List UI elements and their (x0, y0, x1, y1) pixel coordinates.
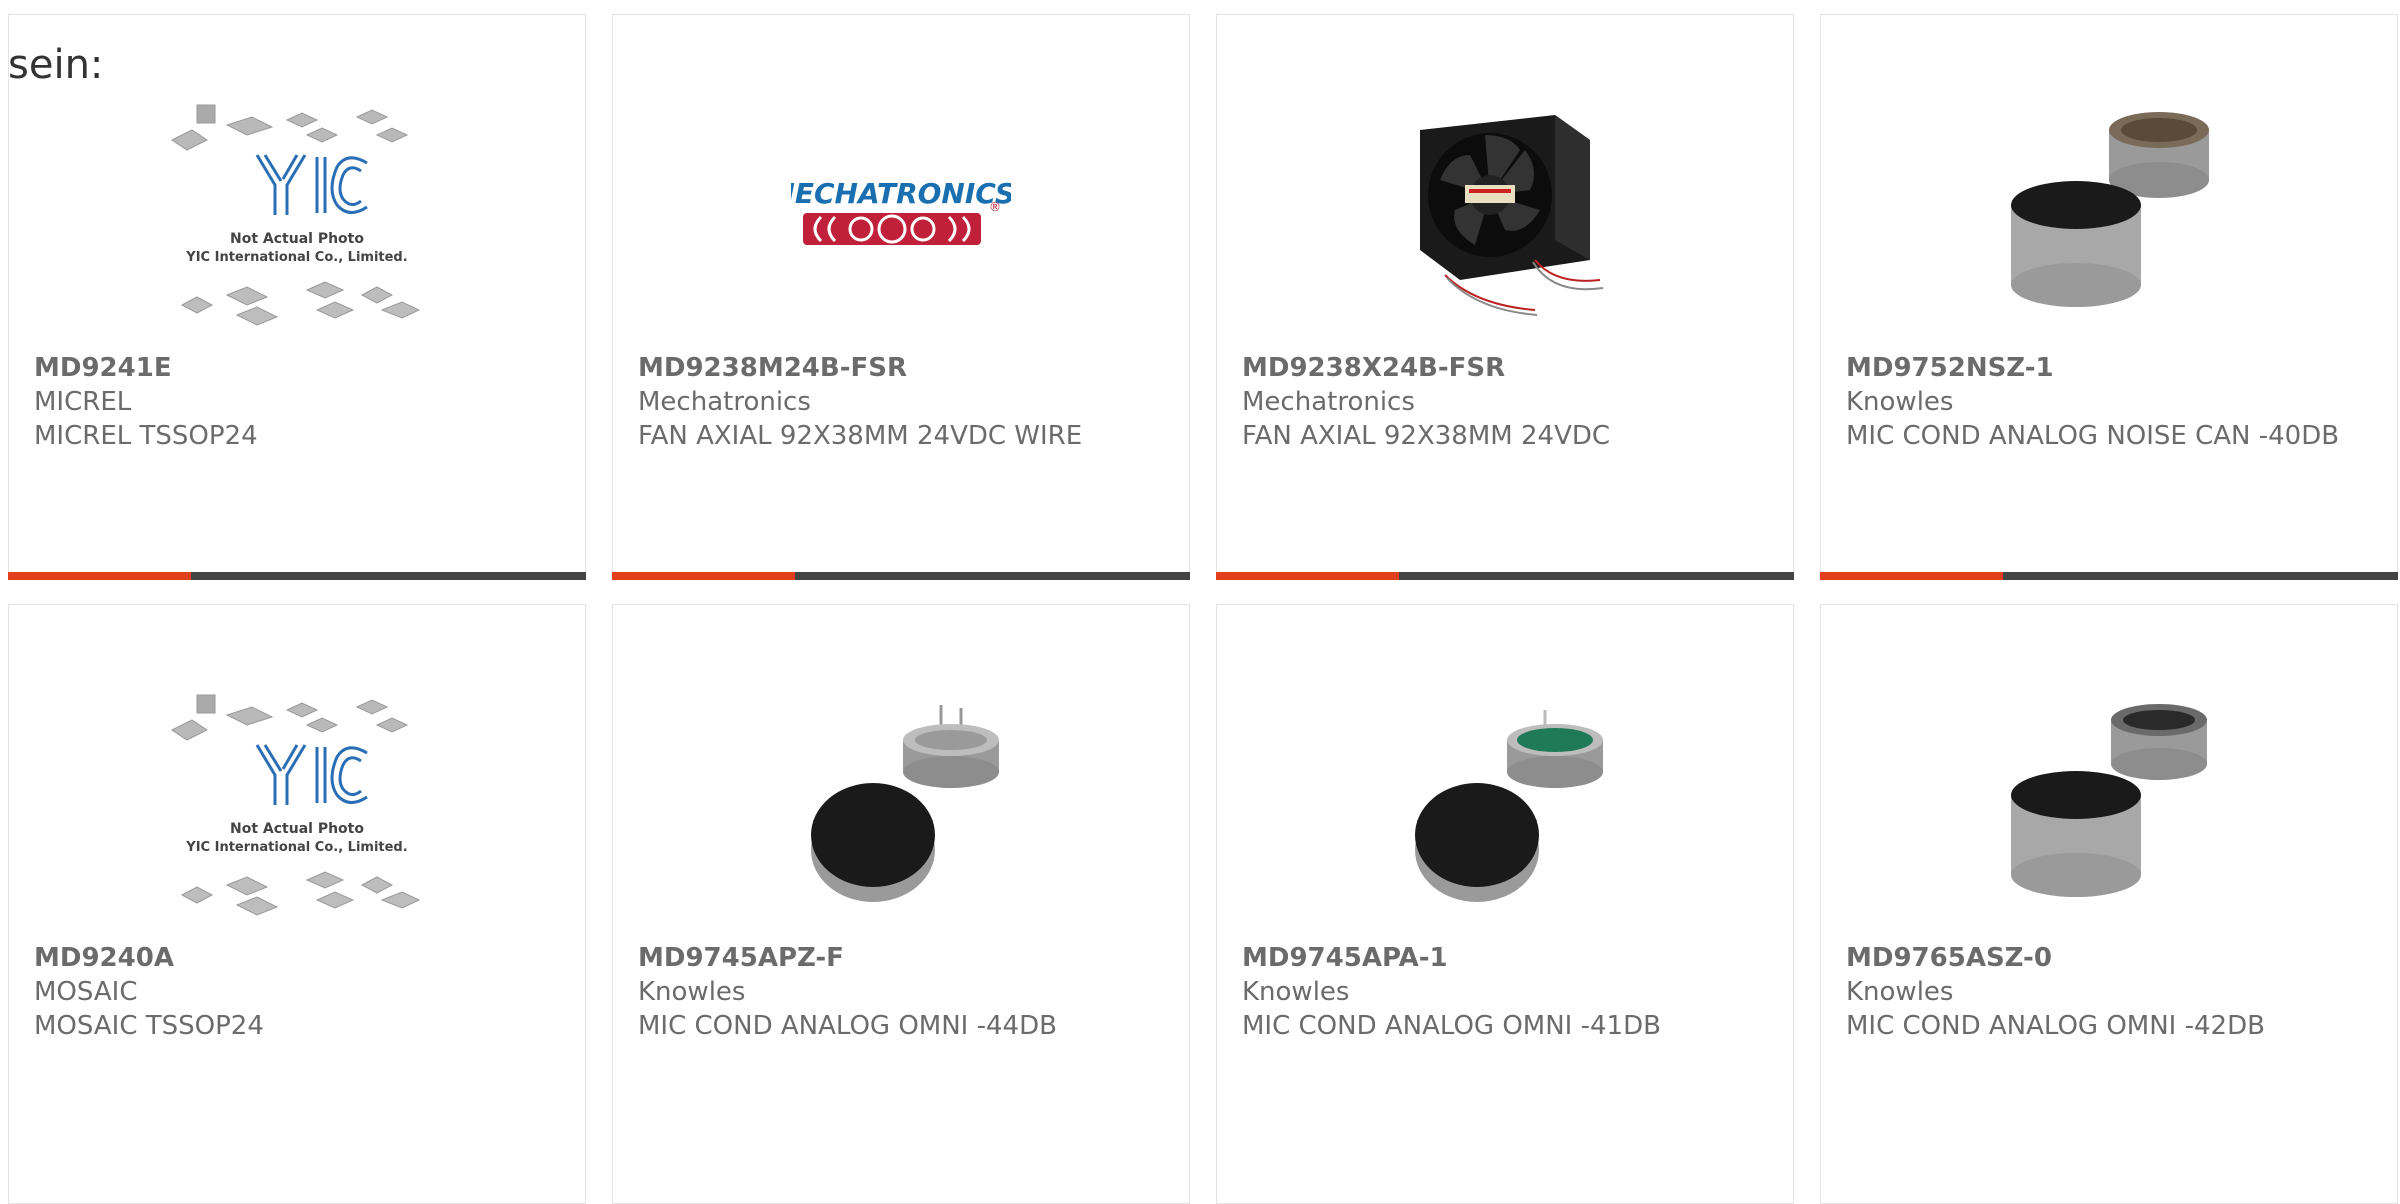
card-bar (612, 572, 1190, 580)
product-card[interactable]: MD9238X24B-FSR Mechatronics FAN AXIAL 92… (1216, 14, 1794, 580)
logo-mark: ® (989, 200, 1001, 214)
product-info: MD9745APZ-F Knowles MIC COND ANALOG OMNI… (638, 941, 1138, 1043)
card-bar-accent (1216, 572, 1399, 580)
product-card[interactable]: Not Actual Photo YIC International Co., … (8, 604, 586, 1204)
card-bar-accent (8, 572, 191, 580)
microphone-green-photo-icon (1415, 710, 1603, 902)
description: MIC COND ANALOG NOISE CAN -40DB (1846, 421, 2340, 451)
description: MIC COND ANALOG OMNI -44DB (638, 1011, 1057, 1041)
product-info: MD9752NSZ-1 Knowles MIC COND ANALOG NOIS… (1846, 351, 2346, 453)
product-card[interactable]: MECHATRONICS ® MD9238M24B-FSR Mechatroni… (612, 14, 1190, 580)
description: MIC COND ANALOG OMNI -42DB (1846, 1011, 2265, 1041)
placeholder-line1: Not Actual Photo (230, 231, 364, 247)
card-bar (1820, 572, 2398, 580)
product-image[interactable]: Not Actual Photo YIC International Co., … (9, 665, 585, 945)
microphone-pins-photo-icon (811, 705, 999, 902)
card-bar-accent (1820, 572, 2003, 580)
logo-text: MECHATRONICS (791, 177, 1011, 210)
product-card[interactable]: MD9745APZ-F Knowles MIC COND ANALOG OMNI… (612, 604, 1190, 1204)
part-number-link[interactable]: MD9240A (34, 941, 534, 975)
description: MICREL TSSOP24 (34, 421, 258, 451)
placeholder-line1: Not Actual Photo (230, 821, 364, 837)
fan-photo-icon (1420, 115, 1604, 316)
part-number-link[interactable]: MD9745APA-1 (1242, 941, 1742, 975)
product-info: MD9241E MICREL MICREL TSSOP24 (34, 351, 534, 453)
product-card[interactable]: MD9765ASZ-0 Knowles MIC COND ANALOG OMNI… (1820, 604, 2398, 1204)
product-info: MD9765ASZ-0 Knowles MIC COND ANALOG OMNI… (1846, 941, 2346, 1043)
manufacturer: MICREL (34, 387, 132, 417)
manufacturer: Mechatronics (638, 387, 811, 417)
card-bar (8, 572, 586, 580)
manufacturer: Mechatronics (1242, 387, 1415, 417)
part-number-link[interactable]: MD9241E (34, 351, 534, 385)
manufacturer: Knowles (1242, 977, 1350, 1007)
product-card[interactable]: MD9752NSZ-1 Knowles MIC COND ANALOG NOIS… (1820, 14, 2398, 580)
yic-placeholder-icon: Not Actual Photo YIC International Co., … (171, 104, 421, 326)
page-label: sein: (8, 42, 104, 88)
product-image[interactable] (613, 665, 1189, 945)
microphone-photo-icon (2011, 704, 2207, 897)
product-image[interactable]: Not Actual Photo YIC International Co., … (9, 75, 585, 355)
product-card[interactable]: Not Actual Photo YIC International Co., … (8, 14, 586, 580)
product-info: MD9240A MOSAIC MOSAIC TSSOP24 (34, 941, 534, 1043)
placeholder-line2: YIC International Co., Limited. (185, 840, 407, 855)
description: FAN AXIAL 92X38MM 24VDC WIRE (638, 421, 1083, 451)
microphone-photo-icon (2011, 112, 2209, 307)
product-image[interactable]: MECHATRONICS ® (613, 75, 1189, 355)
part-number-link[interactable]: MD9752NSZ-1 (1846, 351, 2346, 385)
part-number-link[interactable]: MD9238M24B-FSR (638, 351, 1138, 385)
mechatronics-logo-icon: MECHATRONICS ® (791, 177, 1011, 245)
product-image[interactable] (1217, 75, 1793, 355)
yic-placeholder-icon: Not Actual Photo YIC International Co., … (171, 694, 421, 916)
card-bar-accent (612, 572, 795, 580)
manufacturer: Knowles (1846, 977, 1954, 1007)
product-info: MD9745APA-1 Knowles MIC COND ANALOG OMNI… (1242, 941, 1742, 1043)
part-number-link[interactable]: MD9745APZ-F (638, 941, 1138, 975)
placeholder-line2: YIC International Co., Limited. (185, 250, 407, 265)
manufacturer: Knowles (1846, 387, 1954, 417)
description: MOSAIC TSSOP24 (34, 1011, 264, 1041)
product-grid: Not Actual Photo YIC International Co., … (8, 14, 2398, 1204)
card-bar (1216, 572, 1794, 580)
product-info: MD9238M24B-FSR Mechatronics FAN AXIAL 92… (638, 351, 1138, 453)
description: MIC COND ANALOG OMNI -41DB (1242, 1011, 1661, 1041)
manufacturer: MOSAIC (34, 977, 138, 1007)
product-image[interactable] (1821, 665, 2397, 945)
description: FAN AXIAL 92X38MM 24VDC (1242, 421, 1611, 451)
product-image[interactable] (1821, 75, 2397, 355)
product-card[interactable]: MD9745APA-1 Knowles MIC COND ANALOG OMNI… (1216, 604, 1794, 1204)
part-number-link[interactable]: MD9238X24B-FSR (1242, 351, 1742, 385)
part-number-link[interactable]: MD9765ASZ-0 (1846, 941, 2346, 975)
manufacturer: Knowles (638, 977, 746, 1007)
product-image[interactable] (1217, 665, 1793, 945)
product-info: MD9238X24B-FSR Mechatronics FAN AXIAL 92… (1242, 351, 1742, 453)
